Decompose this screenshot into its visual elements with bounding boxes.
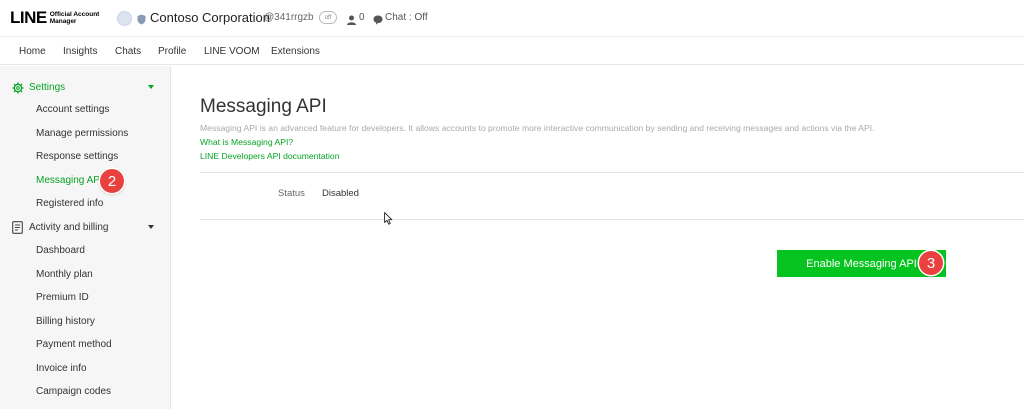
sidebar-item-monthly-plan[interactable]: Monthly plan bbox=[36, 269, 93, 280]
sidebar-section-label: Settings bbox=[29, 82, 66, 93]
gear-icon bbox=[12, 81, 24, 99]
sidebar-item-response-settings[interactable]: Response settings bbox=[36, 151, 118, 162]
what-is-messaging-api-link[interactable]: What is Messaging API? bbox=[200, 137, 293, 147]
top-bar: LINE Official Account Manager Contoso Co… bbox=[0, 0, 1024, 37]
developers-api-docs-link[interactable]: LINE Developers API documentation bbox=[200, 151, 340, 161]
sidebar-section-activity[interactable]: Activity and billing bbox=[0, 219, 171, 237]
nav-extensions[interactable]: Extensions bbox=[271, 46, 320, 57]
sidebar-item-account-settings[interactable]: Account settings bbox=[36, 104, 109, 115]
nav-insights[interactable]: Insights bbox=[63, 46, 97, 57]
chat-bubble-icon bbox=[373, 12, 383, 30]
sidebar-item-invoice-info[interactable]: Invoice info bbox=[36, 363, 87, 374]
friends-icon bbox=[346, 12, 357, 30]
divider bbox=[200, 172, 1024, 173]
status-label: Status bbox=[278, 188, 305, 199]
nav-profile[interactable]: Profile bbox=[158, 46, 186, 57]
status-badge: off bbox=[319, 11, 337, 24]
sidebar-item-manage-permissions[interactable]: Manage permissions bbox=[36, 128, 128, 139]
sidebar-section-label: Activity and billing bbox=[29, 222, 109, 233]
logo-subtitle-2: Manager bbox=[49, 18, 77, 25]
avatar[interactable] bbox=[117, 11, 132, 26]
chat-status[interactable]: Chat : Off bbox=[385, 12, 428, 23]
sidebar-item-payment-method[interactable]: Payment method bbox=[36, 339, 112, 350]
sidebar: Settings Account settings Manage permiss… bbox=[0, 66, 171, 409]
account-name[interactable]: Contoso Corporation bbox=[150, 10, 270, 25]
status-value: Disabled bbox=[322, 188, 359, 199]
divider bbox=[200, 219, 1024, 220]
sidebar-item-registered-info[interactable]: Registered info bbox=[36, 198, 103, 209]
sidebar-item-premium-id[interactable]: Premium ID bbox=[36, 292, 89, 303]
main-nav: Home Insights Chats Profile LINE VOOM Ex… bbox=[0, 37, 1024, 65]
logo-subtitle-1: Official Account bbox=[49, 11, 100, 18]
step-badge-3: 3 bbox=[919, 251, 943, 275]
logo-text: LINE bbox=[10, 8, 47, 27]
caret-down-icon bbox=[148, 85, 154, 89]
caret-down-icon bbox=[148, 225, 154, 229]
nav-line-voom[interactable]: LINE VOOM bbox=[204, 46, 260, 57]
nav-chats[interactable]: Chats bbox=[115, 46, 141, 57]
sidebar-item-campaign-codes[interactable]: Campaign codes bbox=[36, 386, 111, 397]
mouse-cursor-icon bbox=[384, 212, 393, 230]
friends-count: 0 bbox=[359, 12, 365, 23]
receipt-icon bbox=[12, 221, 23, 239]
shield-icon bbox=[137, 12, 146, 30]
sidebar-item-messaging-api[interactable]: Messaging API bbox=[36, 175, 103, 186]
line-logo[interactable]: LINE Official Account Manager bbox=[10, 8, 99, 28]
account-id: @341rrgzb bbox=[264, 12, 314, 23]
page-description: Messaging API is an advanced feature for… bbox=[200, 123, 875, 133]
step-badge-2: 2 bbox=[100, 169, 124, 193]
sidebar-item-dashboard[interactable]: Dashboard bbox=[36, 245, 85, 256]
sidebar-section-settings[interactable]: Settings bbox=[0, 79, 171, 97]
sidebar-item-billing-history[interactable]: Billing history bbox=[36, 316, 95, 327]
nav-home[interactable]: Home bbox=[19, 46, 46, 57]
page-title: Messaging API bbox=[200, 96, 327, 117]
